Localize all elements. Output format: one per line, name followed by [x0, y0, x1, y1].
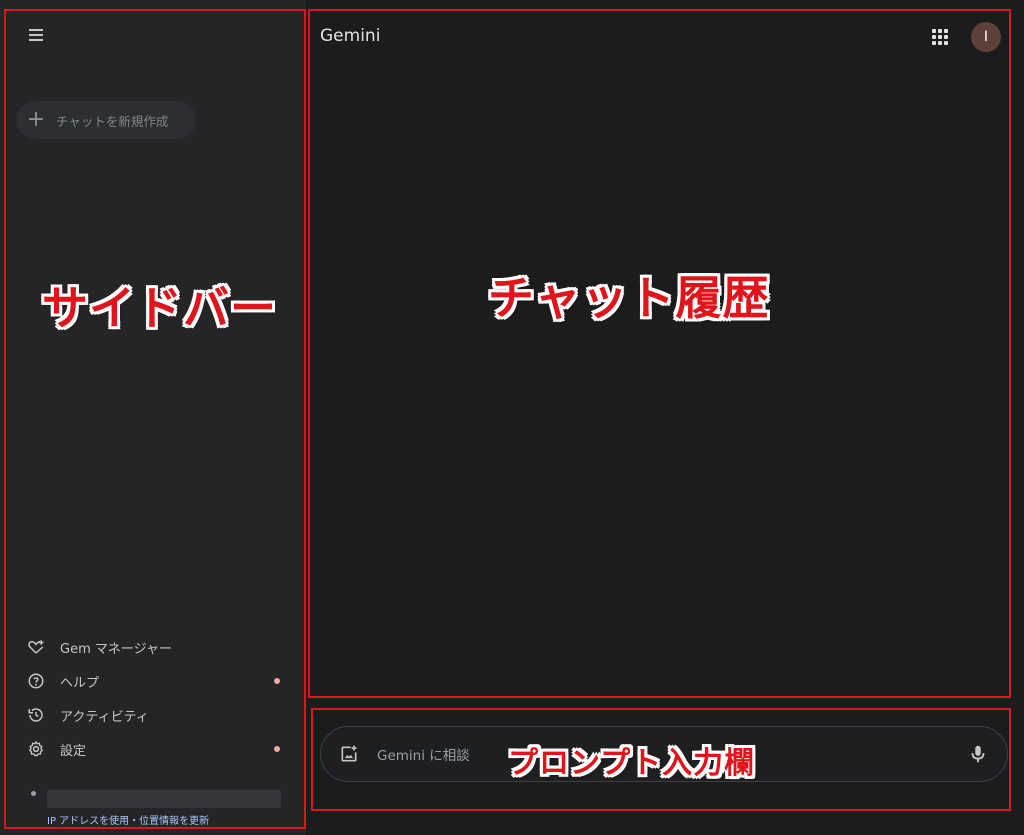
add-image-icon[interactable] [339, 744, 359, 764]
sidebar-item-settings[interactable]: 設定 [24, 737, 286, 761]
plus-icon: + [26, 107, 46, 132]
update-location-link[interactable]: IP アドレスを使用・位置情報を更新 [47, 812, 209, 827]
hamburger-menu-icon[interactable] [26, 27, 46, 47]
apps-grid-icon[interactable] [932, 29, 948, 45]
sidebar-item-activity[interactable]: アクティビティ [24, 703, 286, 727]
new-chat-button[interactable]: + チャットを新規作成 [16, 101, 196, 139]
location-redacted [47, 790, 281, 808]
location-dot [31, 791, 36, 796]
history-icon [24, 705, 48, 725]
sidebar-item-label: 設定 [60, 743, 87, 759]
sidebar-item-help[interactable]: ヘルプ [24, 669, 286, 693]
sidebar-item-gem-manager[interactable]: Gem マネージャー [24, 635, 286, 659]
sidebar-item-label: Gem マネージャー [60, 641, 172, 657]
prompt-annotation-label: プロンプト入力欄 [508, 746, 756, 781]
sidebar: + チャットを新規作成 Gem マネージャー ヘルプ アクティビティ 設定 IP… [0, 0, 306, 835]
gem-heart-icon [24, 637, 48, 657]
gear-icon [24, 739, 48, 759]
sidebar-item-label: ヘルプ [60, 675, 100, 691]
sidebar-item-label: アクティビティ [60, 709, 149, 725]
notification-dot [274, 746, 280, 752]
new-chat-label: チャットを新規作成 [56, 113, 169, 129]
chat-area [306, 0, 1024, 835]
avatar-initial: I [983, 29, 989, 45]
notification-dot [274, 678, 280, 684]
avatar[interactable]: I [971, 22, 1001, 52]
microphone-icon[interactable] [967, 743, 989, 765]
app-title: Gemini [320, 26, 381, 46]
help-circle-icon [24, 671, 48, 691]
sidebar-annotation-label: サイドバー [42, 281, 277, 335]
chat-history-annotation-label: チャット履歴 [488, 271, 770, 325]
